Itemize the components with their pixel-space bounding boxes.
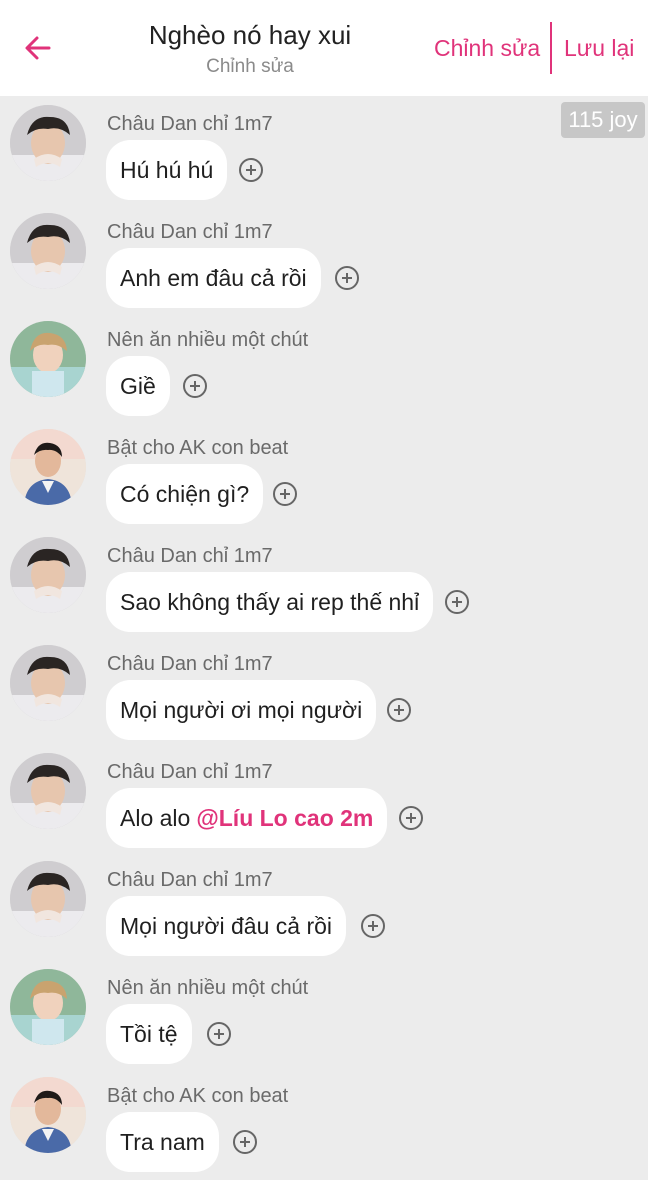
message-text: Giề xyxy=(120,372,156,399)
title-block: Nghèo nó hay xui Chỉnh sửa xyxy=(130,18,370,80)
message-bubble[interactable]: Anh em đâu cả rồi xyxy=(106,248,321,308)
avatar[interactable] xyxy=(10,645,86,721)
message-row: Châu Dan chỉ 1m7 Mọi người đâu cả rồi xyxy=(0,856,648,964)
avatar[interactable] xyxy=(10,105,86,181)
add-reaction-icon[interactable] xyxy=(183,374,207,398)
message-row: Châu Dan chỉ 1m7 Anh em đâu cả rồi xyxy=(0,208,648,316)
message-text: Alo alo xyxy=(120,804,191,831)
message-bubble[interactable]: Có chiện gì? xyxy=(106,464,264,524)
message-row: Châu Dan chỉ 1m7 Mọi người ơi mọi người xyxy=(0,640,648,748)
avatar[interactable] xyxy=(10,753,86,829)
add-reaction-icon[interactable] xyxy=(335,266,359,290)
sender-name: Nên ăn nhiều một chút xyxy=(107,977,309,999)
message-text: Mọi người ơi mọi người xyxy=(120,696,363,723)
avatar[interactable] xyxy=(10,1077,86,1153)
sender-name: Châu Dan chỉ 1m7 xyxy=(107,545,273,567)
add-reaction-icon[interactable] xyxy=(361,914,385,938)
mention-link[interactable]: @Líu Lo cao 2m xyxy=(196,805,373,832)
sender-name: Châu Dan chỉ 1m7 xyxy=(107,869,273,891)
message-row: Bật cho AK con beat Có chiện gì? xyxy=(0,424,648,532)
message-text: Tra nam xyxy=(120,1128,205,1155)
avatar[interactable] xyxy=(10,861,86,937)
message-row: Nên ăn nhiều một chút Tồi tệ xyxy=(0,964,648,1072)
add-reaction-icon[interactable] xyxy=(233,1130,257,1154)
message-bubble[interactable]: Hú hú hú xyxy=(106,140,228,200)
top-bar: Nghèo nó hay xui Chỉnh sửa Chỉnh sửa Lưu… xyxy=(0,0,648,96)
save-button[interactable]: Lưu lại xyxy=(564,30,634,66)
page-subtitle: Chỉnh sửa xyxy=(206,56,294,77)
message-text: Hú hú hú xyxy=(120,156,214,183)
back-button[interactable] xyxy=(18,28,58,68)
sender-name: Bật cho AK con beat xyxy=(107,437,289,459)
message-row: Nên ăn nhiều một chút Giề xyxy=(0,316,648,424)
message-text: Tồi tệ xyxy=(120,1020,178,1047)
message-bubble[interactable]: Mọi người đâu cả rồi xyxy=(106,896,347,956)
avatar[interactable] xyxy=(10,429,86,505)
avatar[interactable] xyxy=(10,321,86,397)
avatar[interactable] xyxy=(10,537,86,613)
message-row: Bật cho AK con beat Tra nam xyxy=(0,1072,648,1180)
message-row: Châu Dan chỉ 1m7 Alo alo @Líu Lo cao 2m xyxy=(0,748,648,856)
back-arrow-icon xyxy=(25,36,51,60)
message-text: Sao không thấy ai rep thế nhỉ xyxy=(120,588,420,615)
message-text: Anh em đâu cả rồi xyxy=(120,264,307,291)
message-text: Có chiện gì? xyxy=(120,480,250,507)
add-reaction-icon[interactable] xyxy=(239,158,263,182)
message-bubble[interactable]: Tra nam xyxy=(106,1112,219,1172)
page-title: Nghèo nó hay xui xyxy=(148,20,352,50)
message-bubble[interactable]: Alo alo @Líu Lo cao 2m xyxy=(106,788,388,848)
sender-name: Châu Dan chỉ 1m7 xyxy=(107,653,273,675)
message-row: Châu Dan chỉ 1m7 Sao không thấy ai rep th… xyxy=(0,532,648,640)
message-text: Mọi người đâu cả rồi xyxy=(120,912,333,939)
add-reaction-icon[interactable] xyxy=(207,1022,231,1046)
message-bubble[interactable]: Mọi người ơi mọi người xyxy=(106,680,377,740)
edit-button[interactable]: Chỉnh sửa xyxy=(434,30,540,66)
add-reaction-icon[interactable] xyxy=(399,806,423,830)
sender-name: Châu Dan chỉ 1m7 xyxy=(107,221,273,243)
sender-name: Nên ăn nhiều một chút xyxy=(107,329,309,351)
message-row: Châu Dan chỉ 1m7 Hú hú hú xyxy=(0,100,648,208)
message-bubble[interactable]: Tồi tệ xyxy=(106,1004,192,1064)
message-bubble[interactable]: Giề xyxy=(106,356,170,416)
header-divider xyxy=(550,22,552,74)
avatar[interactable] xyxy=(10,969,86,1045)
sender-name: Bật cho AK con beat xyxy=(107,1085,289,1107)
avatar[interactable] xyxy=(10,213,86,289)
message-bubble[interactable]: Sao không thấy ai rep thế nhỉ xyxy=(106,572,434,632)
add-reaction-icon[interactable] xyxy=(445,590,469,614)
sender-name: Châu Dan chỉ 1m7 xyxy=(107,113,273,135)
sender-name: Châu Dan chỉ 1m7 xyxy=(107,761,273,783)
add-reaction-icon[interactable] xyxy=(273,482,297,506)
add-reaction-icon[interactable] xyxy=(387,698,411,722)
